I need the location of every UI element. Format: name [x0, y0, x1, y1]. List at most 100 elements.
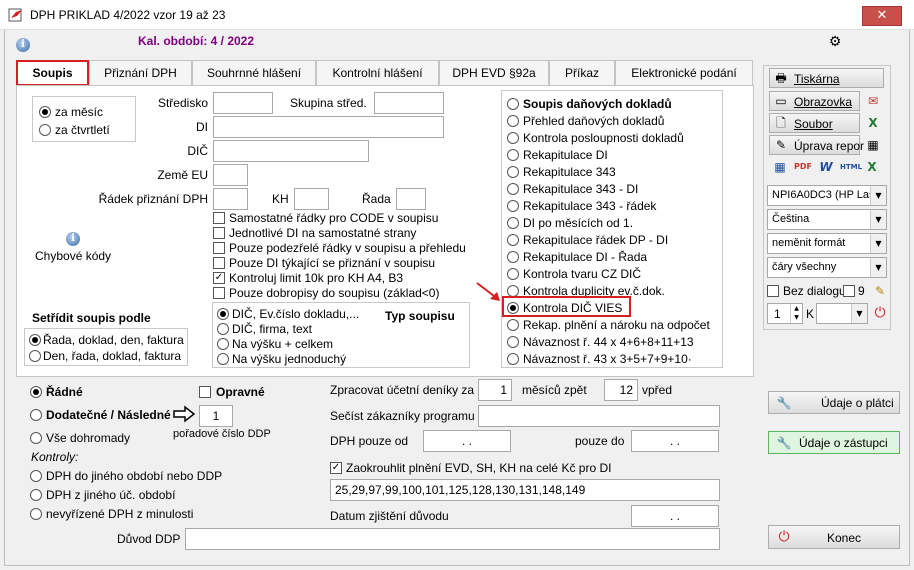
tab-priznani[interactable]: Přiznání DPH: [89, 60, 192, 86]
radio-typ-dic-firma[interactable]: [217, 323, 229, 335]
di-input[interactable]: [213, 116, 444, 138]
radne-label: Řádné: [46, 385, 83, 399]
chybove-kody-label[interactable]: Chybové kódy: [35, 249, 111, 263]
radio-radne[interactable]: [30, 386, 42, 398]
radio-report[interactable]: [507, 200, 519, 212]
pouze-do-input[interactable]: . .: [631, 430, 719, 452]
checkbox-copies[interactable]: [843, 285, 855, 297]
radio-kontrola-3[interactable]: [30, 508, 42, 520]
soubor-button[interactable]: 🗋 Soubor: [769, 113, 860, 133]
radio-report[interactable]: [507, 149, 519, 161]
dic-input[interactable]: [213, 140, 369, 162]
email-icon[interactable]: ✉: [864, 93, 882, 109]
secist-input[interactable]: [478, 405, 720, 427]
excel-icon[interactable]: X: [864, 115, 882, 131]
stredisko-input[interactable]: [213, 92, 273, 114]
checkbox-pouze-di[interactable]: [213, 257, 225, 269]
months-input[interactable]: 1: [478, 379, 512, 401]
tab-elektronicke[interactable]: Elektronické podání: [615, 60, 753, 86]
poradove-cislo-input[interactable]: 1: [199, 405, 233, 427]
obrazovka-button[interactable]: ▭ Obrazovka: [769, 91, 860, 111]
checkbox-code[interactable]: [213, 212, 225, 224]
rada-input[interactable]: [396, 188, 426, 210]
radio-label: Na výšku + celkem: [232, 337, 334, 351]
printer-select[interactable]: NPI6A0DC3 (HP Lase ▼: [767, 185, 887, 206]
report-label: Rekapitulace 343 - řádek: [523, 199, 657, 213]
checkbox-opravne[interactable]: [199, 386, 211, 398]
radio-report[interactable]: [507, 268, 519, 280]
radio-za-mesic[interactable]: [39, 106, 51, 118]
radio-report[interactable]: [507, 183, 519, 195]
radio-report[interactable]: [507, 353, 519, 365]
radek-input[interactable]: [213, 188, 248, 210]
radio-typ-dic-ev[interactable]: [217, 308, 229, 320]
tab-kontrolni[interactable]: Kontrolní hlášení: [316, 60, 439, 86]
udaje-o-platci-button[interactable]: 🔧 Údaje o plátci: [768, 391, 900, 414]
checkbox-di-strany[interactable]: [213, 227, 225, 239]
radio-sort-rada[interactable]: [29, 334, 41, 346]
radio-label: Den, řada, doklad, faktura: [43, 349, 182, 363]
radio-report[interactable]: [507, 132, 519, 144]
radio-typ-vyska-celkem[interactable]: [217, 338, 229, 350]
power-icon[interactable]: ⏻: [871, 305, 889, 321]
period-label: Kal. období: 4 / 2022: [138, 34, 255, 48]
checkbox-podezrele[interactable]: [213, 242, 225, 254]
radio-report[interactable]: [507, 98, 519, 110]
kh-input[interactable]: [294, 188, 329, 210]
radio-kontrola-1[interactable]: [30, 470, 42, 482]
radio-sort-den[interactable]: [29, 350, 41, 362]
udaje-o-zastupci-button[interactable]: 🔧 Údaje o zástupci: [768, 431, 900, 454]
radio-report[interactable]: [507, 115, 519, 127]
back-input[interactable]: 12: [604, 379, 638, 401]
zeme-input[interactable]: [213, 164, 248, 186]
language-select[interactable]: Čeština ▼: [767, 209, 887, 230]
radio-typ-vyska-jednoduchy[interactable]: [217, 353, 229, 365]
sort-group: Řada, doklad, den, faktura Den, řada, do…: [24, 328, 188, 366]
table-icon[interactable]: ▦: [771, 159, 789, 175]
tiskarna-button[interactable]: 🖶 Tiskárna: [769, 68, 884, 88]
dph-od-input[interactable]: . .: [423, 430, 511, 452]
radio-report[interactable]: [507, 336, 519, 348]
gear-icon[interactable]: ⚙: [827, 34, 843, 50]
radio-report[interactable]: [507, 217, 519, 229]
info-icon[interactable]: i: [66, 232, 80, 246]
lines-select[interactable]: čáry všechny ▼: [767, 257, 887, 278]
skupina-input[interactable]: [374, 92, 444, 114]
spinner-arrows-icon[interactable]: ▲ ▼: [790, 304, 802, 323]
datum-zjisteni-label: Datum zjištění důvodu: [330, 509, 449, 523]
radio-report[interactable]: [507, 166, 519, 178]
konec-button[interactable]: ⏻ Konec: [768, 525, 900, 549]
close-button[interactable]: ✕: [862, 6, 902, 26]
format-select[interactable]: neměnit formát ▼: [767, 233, 887, 254]
radio-report[interactable]: [507, 319, 519, 331]
uprava-reportu-button[interactable]: ✎ Úprava repor: [769, 135, 864, 155]
pdf-icon[interactable]: PDF: [794, 159, 812, 175]
checkbox-dobropisy[interactable]: [213, 287, 225, 299]
checkbox-zaokrouhlit[interactable]: ✓: [330, 462, 342, 474]
excel-icon[interactable]: X: [863, 159, 881, 175]
settings-icon[interactable]: ✎: [871, 283, 889, 299]
k-select[interactable]: ▼: [816, 303, 868, 324]
radio-kontrola-2[interactable]: [30, 489, 42, 501]
designer-icon[interactable]: ▦: [864, 137, 882, 153]
duvod-ddp-input[interactable]: [185, 528, 720, 550]
tab-evd[interactable]: DPH EVD §92a: [439, 60, 549, 86]
radio-report[interactable]: [507, 251, 519, 263]
count-spinner[interactable]: 1 ▲ ▼: [767, 303, 803, 324]
period-type-group: za měsíc za čtvrtletí: [32, 96, 136, 142]
radio-vse-dohromady[interactable]: [30, 432, 42, 444]
checkbox-bez-dialogu[interactable]: [767, 285, 779, 297]
radio-report[interactable]: [507, 234, 519, 246]
checkbox-limit-10k[interactable]: ✓: [213, 272, 225, 284]
codes-input[interactable]: 25,29,97,99,100,101,125,128,130,131,148,…: [330, 479, 720, 501]
radio-dodatecne[interactable]: [30, 409, 42, 421]
tab-souhrnne[interactable]: Souhrnné hlášení: [192, 60, 316, 86]
radio-za-ctvrtleti[interactable]: [39, 124, 51, 136]
word-icon[interactable]: W: [817, 159, 835, 175]
html-icon[interactable]: HTML: [840, 159, 862, 175]
rada-label: Řada: [362, 192, 391, 206]
tab-soupis[interactable]: Soupis: [16, 60, 89, 86]
info-icon[interactable]: i: [16, 38, 30, 52]
datum-zjisteni-input[interactable]: . .: [631, 505, 719, 527]
tab-prikaz[interactable]: Příkaz: [549, 60, 615, 86]
